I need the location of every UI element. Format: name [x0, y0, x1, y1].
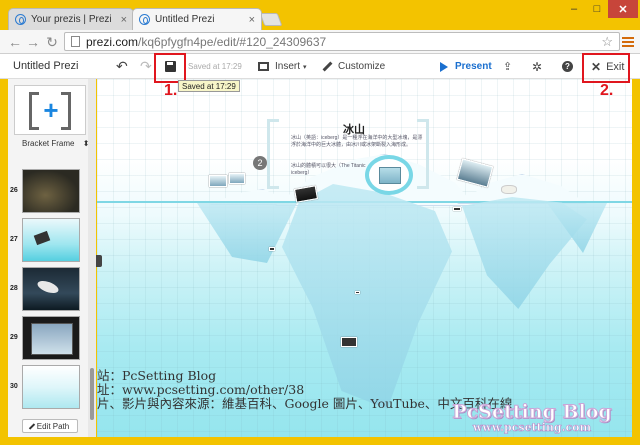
step-number: 30 [10, 383, 18, 390]
saved-status: Saved at 17:29 [188, 62, 242, 71]
save-highlight-box [154, 53, 186, 83]
canvas-image[interactable] [453, 207, 461, 211]
sidebar-collapse-handle[interactable] [96, 255, 102, 267]
footer-line: 站：PcSetting Blog [97, 368, 217, 383]
sidebar-scroll-thumb[interactable] [90, 368, 94, 420]
browser-window: { "browser": { "tabs": [ {"title": "Your… [0, 0, 640, 445]
canvas-image[interactable] [269, 247, 275, 251]
step-thumbnail [22, 365, 80, 409]
canvas-paragraph[interactable]: 冰山的體積可以很大（The Titanic iceberg） [291, 163, 371, 177]
help-icon[interactable]: ? [562, 61, 573, 72]
url-path: /kq6pfygfn4pe/edit/#120_24309637 [138, 34, 327, 49]
step-number: 26 [10, 187, 18, 194]
maximize-button[interactable]: □ [586, 0, 608, 18]
step-thumbnail [22, 316, 80, 360]
window-edge [632, 79, 640, 437]
step-thumbnail [22, 169, 80, 213]
path-step[interactable]: 26 [8, 167, 95, 217]
bracket-frame-right[interactable] [417, 119, 429, 189]
page-icon [71, 36, 80, 47]
bracket-frame-left[interactable] [267, 119, 279, 189]
gear-icon[interactable]: ✲ [532, 58, 542, 75]
polar-bear-image[interactable] [501, 185, 517, 194]
present-label: Present [455, 61, 492, 72]
play-icon [440, 61, 448, 72]
edit-path-label: Edit Path [36, 421, 70, 431]
bracket-left-icon [29, 92, 39, 130]
path-number-badge[interactable]: 2 [253, 156, 267, 170]
share-icon[interactable]: ⇪ [503, 58, 512, 75]
insert-label: Insert [275, 61, 301, 72]
tab-title: Untitled Prezi [155, 14, 215, 25]
canvas-image[interactable] [209, 175, 227, 187]
tab-close-icon[interactable]: × [121, 14, 127, 26]
step-thumbnail [22, 218, 80, 262]
exit-highlight-box [582, 53, 630, 83]
step-2-label: 2. [600, 82, 614, 99]
path-step[interactable]: 29 [8, 314, 95, 364]
customize-label: Customize [338, 61, 386, 72]
tab-your-prezis[interactable]: Your prezis | Prezi × [8, 8, 134, 30]
bracket-right-icon [61, 92, 71, 130]
canvas-paragraph[interactable]: 冰山（英語：iceberg）是一種浮在海洋中的大型冰塊，是漂浮於海洋中的巨大冰體… [291, 135, 427, 149]
add-frame-button[interactable]: + [14, 85, 86, 135]
prezi-canvas[interactable]: 冰山 冰山（英語：iceberg）是一種浮在海洋中的大型冰塊，是漂浮於海洋中的巨… [97, 79, 632, 437]
address-bar[interactable]: prezi.com /kq6pfygfn4pe/edit/#120_243096… [64, 32, 620, 51]
edit-path-button[interactable]: Edit Path [22, 419, 78, 433]
path-step[interactable]: 28 [8, 265, 95, 315]
tab-untitled-prezi[interactable]: Untitled Prezi × [132, 8, 262, 30]
watermark: PcSetting Blog www.pcsetting.com [437, 401, 627, 437]
prezi-favicon-icon [15, 14, 26, 25]
tab-close-icon[interactable]: × [249, 14, 255, 26]
saved-tooltip: Saved at 17:29 [178, 80, 240, 92]
canvas-image[interactable] [341, 337, 357, 347]
watermark-title: PcSetting Blog [452, 401, 612, 424]
customize-button[interactable]: Customize [322, 58, 386, 75]
frame-type-label: Bracket Frame [22, 139, 75, 148]
step-1-label: 1. [164, 82, 178, 99]
step-number: 29 [10, 334, 18, 341]
brush-icon [322, 61, 333, 72]
step-number: 27 [10, 236, 18, 243]
navigation-bar: ← → ↻ prezi.com /kq6pfygfn4pe/edit/#120_… [0, 30, 640, 54]
path-sidebar: + Bracket Frame ⬍ 26 27 28 29 30 Edit Pa… [8, 79, 96, 437]
path-step[interactable]: 27 [8, 216, 95, 266]
step-number: 28 [10, 285, 18, 292]
url-host: prezi.com [86, 34, 139, 49]
prezi-favicon-icon [139, 14, 150, 25]
plus-icon: + [43, 95, 59, 125]
frame-type-select[interactable]: Bracket Frame ⬍ [22, 139, 89, 148]
chevron-down-icon: ▾ [303, 63, 307, 71]
path-step[interactable]: 30 [8, 363, 95, 413]
insert-button[interactable]: Insert ▾ [258, 58, 307, 75]
prezi-toolbar: Untitled Prezi ↶ ↷ Saved at 17:29 Insert… [0, 54, 640, 79]
forward-arrow-icon[interactable]: → [24, 33, 42, 51]
new-tab-button[interactable] [259, 13, 283, 26]
present-button[interactable]: Present [440, 58, 492, 75]
pencil-icon [28, 422, 35, 430]
tab-strip: Your prezis | Prezi × Untitled Prezi × –… [0, 0, 640, 30]
bookmark-star-icon[interactable]: ☆ [601, 34, 613, 50]
redo-icon[interactable]: ↷ [140, 58, 152, 75]
back-arrow-icon[interactable]: ← [6, 33, 24, 51]
reload-icon[interactable]: ↻ [43, 33, 61, 51]
footer-line: 址：www.pcsetting.com/other/38 [97, 382, 305, 397]
canvas-image[interactable] [355, 291, 360, 294]
browser-menu-icon[interactable] [622, 35, 634, 47]
tab-title: Your prezis | Prezi [31, 14, 112, 25]
circle-frame[interactable] [365, 155, 413, 195]
close-window-button[interactable]: ✕ [608, 0, 638, 18]
step-thumbnail [22, 267, 80, 311]
prezi-title[interactable]: Untitled Prezi [13, 60, 78, 72]
minimize-button[interactable]: – [563, 0, 585, 18]
canvas-image[interactable] [229, 173, 245, 184]
insert-image-icon [258, 62, 269, 71]
undo-icon[interactable]: ↶ [116, 58, 128, 75]
